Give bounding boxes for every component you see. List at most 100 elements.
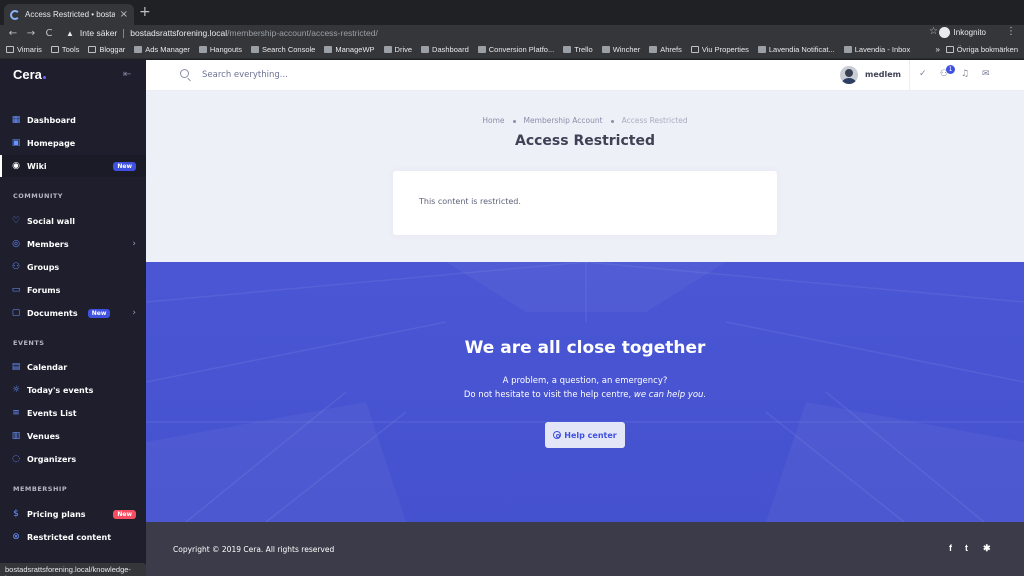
address-bar[interactable]: ▲ Inte säker bostadsrattsforening.local/… bbox=[66, 28, 378, 38]
sidebar-item-wiki[interactable]: ◉ Wiki New bbox=[0, 155, 146, 177]
bookmark-item[interactable]: Wincher bbox=[601, 45, 641, 54]
restricted-message: This content is restricted. bbox=[419, 197, 521, 206]
sidebar-item-calendar[interactable]: ▤ Calendar bbox=[0, 356, 146, 378]
search-input[interactable] bbox=[202, 67, 462, 83]
bookmark-label: Ahrefs bbox=[660, 45, 682, 54]
sidebar-item-groups[interactable]: ⚇ Groups bbox=[0, 256, 146, 278]
sidebar-item-social-wall[interactable]: ♡ Social wall bbox=[0, 210, 146, 232]
bookmark-favicon-icon bbox=[477, 46, 486, 53]
bookmark-item[interactable]: Ads Manager bbox=[134, 45, 190, 54]
copyright-text: Copyright © 2019 Cera. All rights reserv… bbox=[173, 545, 335, 554]
bookmark-item[interactable]: Bloggar bbox=[88, 45, 125, 54]
breadcrumb-membership-account[interactable]: Membership Account bbox=[524, 116, 603, 125]
footer: Copyright © 2019 Cera. All rights reserv… bbox=[146, 522, 1024, 576]
bookmark-label: ManageWP bbox=[335, 45, 375, 54]
bell-icon[interactable]: ♫ bbox=[961, 69, 969, 79]
tab-close-icon[interactable]: × bbox=[120, 9, 128, 20]
sidebar-item-label: Members bbox=[27, 239, 69, 249]
browser-tab[interactable]: Access Restricted • bostadsrä × bbox=[4, 4, 134, 25]
facebook-icon[interactable]: f bbox=[949, 543, 952, 553]
sidebar-item-venues[interactable]: ▥ Venues bbox=[0, 425, 146, 447]
security-status[interactable]: Inte säker bbox=[80, 28, 117, 38]
user-avatar[interactable] bbox=[840, 66, 858, 84]
cera-logo[interactable]: Cera bbox=[13, 67, 46, 82]
sidebar-item-todays-events[interactable]: ☼ Today's events bbox=[0, 379, 146, 401]
bookmark-item[interactable]: ManageWP bbox=[324, 45, 375, 54]
back-button[interactable]: ← bbox=[4, 28, 22, 39]
breadcrumb: Home Membership Account Access Restricted bbox=[146, 116, 1024, 125]
bookmarks-overflow-button[interactable]: » bbox=[936, 45, 940, 54]
bookmark-item[interactable]: Viu Properties bbox=[690, 45, 749, 54]
reload-button[interactable]: C bbox=[40, 28, 58, 39]
folder-icon bbox=[6, 46, 14, 53]
sidebar-item-label: Groups bbox=[27, 262, 60, 272]
bookmark-label: Wincher bbox=[612, 45, 641, 54]
browser-menu-icon[interactable]: ⋮ bbox=[1006, 26, 1016, 37]
sidebar-item-members[interactable]: ◎ Members › bbox=[0, 233, 146, 255]
bookmark-item[interactable]: Dashboard bbox=[421, 45, 469, 54]
other-bookmarks[interactable]: Övriga bokmärken bbox=[945, 45, 1018, 54]
address-divider bbox=[123, 28, 125, 38]
sidebar-item-organizers[interactable]: ◌ Organizers bbox=[0, 448, 146, 470]
tab-favicon-icon bbox=[10, 9, 20, 20]
bookmark-item[interactable]: Conversion Platfo... bbox=[477, 45, 554, 54]
new-badge: New bbox=[113, 509, 136, 519]
sidebar-item-label: Wiki bbox=[27, 161, 47, 171]
folder-icon bbox=[690, 46, 699, 53]
sidebar-item-forums[interactable]: ▭ Forums bbox=[0, 279, 146, 301]
calendar-icon: ▤ bbox=[11, 362, 21, 372]
sidebar-item-homepage[interactable]: ▣ Homepage bbox=[0, 132, 146, 154]
restricted-card: This content is restricted. bbox=[393, 171, 777, 235]
bookmark-item[interactable]: Trello bbox=[563, 45, 593, 54]
sidebar-item-events-list[interactable]: ≡ Events List bbox=[0, 402, 146, 424]
sidebar-item-label: Events List bbox=[27, 408, 77, 418]
bookmarks-bar: Vimaris Tools Bloggar Ads Manager Hangouts Se… bbox=[0, 41, 1024, 59]
banner-title: We are all close together bbox=[464, 338, 706, 358]
bookmark-label: Tools bbox=[61, 45, 80, 54]
bookmark-item[interactable]: Vimaris bbox=[6, 45, 42, 54]
sidebar-collapse-icon[interactable]: ⇤ bbox=[123, 69, 131, 80]
bookmark-item[interactable]: Tools bbox=[50, 45, 80, 54]
wiki-icon: ◉ bbox=[12, 161, 20, 171]
sidebar-item-restricted-content[interactable]: ⊗ Restricted content bbox=[0, 526, 146, 548]
incognito-icon bbox=[938, 27, 950, 38]
sidebar-item-label: Calendar bbox=[27, 362, 68, 372]
page-title: Access Restricted bbox=[515, 133, 655, 149]
bookmark-item[interactable]: Lavendia Notificat... bbox=[757, 45, 835, 54]
sidebar-item-pricing-plans[interactable]: $ Pricing plans New bbox=[0, 503, 146, 525]
bookmark-item[interactable]: Ahrefs bbox=[649, 45, 682, 54]
sidebar-item-dashboard[interactable]: ▦ Dashboard bbox=[0, 109, 146, 131]
browser-toolbar: ← → C ▲ Inte säker bostadsrattsforening.… bbox=[0, 25, 1024, 41]
bookmark-label: Search Console bbox=[261, 45, 316, 54]
bookmark-item[interactable]: Search Console bbox=[250, 45, 316, 54]
building-icon: ▥ bbox=[11, 431, 21, 441]
check-icon[interactable]: ✓ bbox=[919, 69, 927, 79]
bookmark-item[interactable]: Drive bbox=[383, 45, 413, 54]
forward-button[interactable]: → bbox=[22, 28, 40, 39]
bookmark-favicon-icon bbox=[250, 46, 259, 53]
section-heading-membership: MEMBERSHIP bbox=[13, 485, 68, 493]
help-center-button[interactable]: Help center bbox=[545, 422, 625, 448]
bookmark-item[interactable]: Lavendia - Inbox bbox=[843, 45, 910, 54]
incognito-indicator[interactable]: Inkognito bbox=[938, 27, 986, 38]
breadcrumb-home[interactable]: Home bbox=[482, 116, 504, 125]
main-content: Home Membership Account Access Restricted … bbox=[146, 91, 1024, 262]
slack-icon[interactable]: ✱ bbox=[983, 543, 991, 554]
bookmark-item[interactable]: Hangouts bbox=[198, 45, 242, 54]
chevron-right-icon[interactable]: › bbox=[132, 239, 136, 249]
bookmark-favicon-icon bbox=[198, 46, 207, 53]
sun-icon: ☼ bbox=[11, 385, 21, 395]
sidebar-item-documents[interactable]: ▢ Documents New › bbox=[0, 302, 146, 324]
folder-icon bbox=[945, 46, 954, 53]
twitter-icon[interactable]: t bbox=[965, 543, 968, 553]
lifebuoy-icon bbox=[553, 431, 562, 439]
chevron-right-icon[interactable]: › bbox=[132, 308, 136, 318]
banner-line-2-text: Do not hesitate to visit the help centre… bbox=[463, 390, 634, 400]
organizer-icon: ◌ bbox=[12, 454, 20, 464]
header-divider bbox=[909, 60, 910, 91]
mail-icon[interactable]: ✉ bbox=[982, 69, 990, 79]
bookmark-label: Drive bbox=[394, 45, 413, 54]
new-tab-button[interactable]: + bbox=[139, 5, 151, 19]
user-name[interactable]: medlem bbox=[865, 70, 901, 79]
bookmark-star-icon[interactable]: ☆ bbox=[929, 26, 938, 37]
